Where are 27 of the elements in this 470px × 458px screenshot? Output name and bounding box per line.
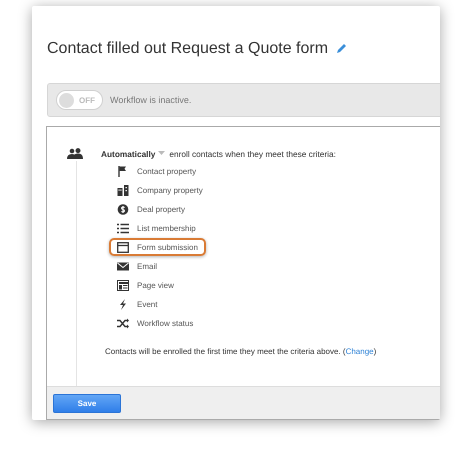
criteria-option[interactable]: List membership xyxy=(109,219,204,237)
criteria-option[interactable]: Contact property xyxy=(109,162,204,180)
criteria-option[interactable]: Event xyxy=(109,295,166,313)
pencil-icon[interactable] xyxy=(335,43,348,55)
change-link[interactable]: Change xyxy=(346,347,374,356)
contacts-icon xyxy=(67,148,83,159)
criteria-text: enroll contacts when they meet these criteria: xyxy=(169,148,336,158)
status-text: Workflow is inactive. xyxy=(110,95,192,105)
criteria-option[interactable]: Form submission xyxy=(109,238,206,256)
building-icon xyxy=(117,184,129,196)
page-icon xyxy=(117,280,129,290)
criteria-option[interactable]: Page view xyxy=(109,276,182,294)
bolt-icon xyxy=(117,298,129,310)
envelope-icon xyxy=(117,260,129,272)
caret-icon xyxy=(158,151,166,156)
mode-dropdown[interactable]: Automatically xyxy=(101,148,166,158)
criteria-option[interactable]: Deal property xyxy=(109,200,194,218)
form-icon xyxy=(117,242,129,252)
shuffle-icon xyxy=(117,318,129,328)
enrollment-note: Contacts will be enrolled the first time they meet the criteria above. (Change) xyxy=(105,347,378,356)
list-icon xyxy=(117,222,129,234)
criteria-option[interactable]: Company property xyxy=(109,181,211,199)
workflow-title: Contact filled out Request a Quote form xyxy=(47,40,328,58)
flag-icon xyxy=(117,166,129,176)
criteria-option[interactable]: Email xyxy=(109,257,166,275)
dollar-icon xyxy=(117,204,129,214)
criteria-option[interactable]: Workflow status xyxy=(109,314,202,332)
